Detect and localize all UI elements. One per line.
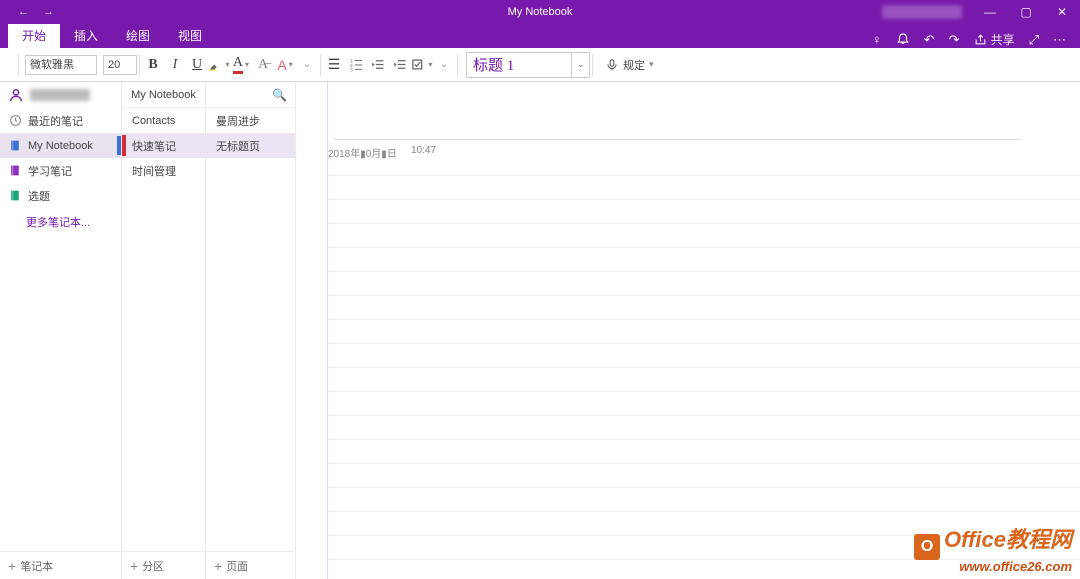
- bell-icon[interactable]: [896, 31, 910, 48]
- tab-draw[interactable]: 绘图: [112, 23, 164, 48]
- title-bar: ← → My Notebook — ▢ ✕: [0, 0, 1080, 24]
- clipboard-icon[interactable]: [0, 62, 16, 68]
- outdent-icon[interactable]: [367, 53, 389, 77]
- window-minimize-button[interactable]: —: [972, 5, 1008, 19]
- notebook-label: 学习笔记: [28, 163, 72, 179]
- tips-icon[interactable]: ♀: [872, 32, 882, 47]
- clear-format-icon[interactable]: A̶: [252, 53, 274, 77]
- section-item[interactable]: Contacts: [122, 108, 205, 133]
- svg-text:3: 3: [350, 67, 353, 72]
- notebook-icon: [8, 189, 22, 203]
- font-name-input[interactable]: 微软雅黑: [25, 55, 97, 75]
- page-item[interactable]: 无标题页: [206, 133, 295, 158]
- todo-icon[interactable]: [411, 53, 433, 77]
- notebook-item[interactable]: 选题: [0, 183, 121, 208]
- format-painter-icon[interactable]: A: [274, 53, 296, 77]
- fullscreen-icon[interactable]: ⤢: [1029, 32, 1039, 48]
- add-page-button[interactable]: +页面: [206, 551, 295, 579]
- account-name-blurred: [30, 89, 90, 101]
- chevron-down-icon[interactable]: ⌄: [433, 53, 455, 77]
- page-pane: 🔍 曼周进步无标题页 +页面: [206, 82, 296, 579]
- canvas-gutter: [296, 82, 328, 579]
- notebook-icon: [8, 139, 22, 153]
- page-item[interactable]: 曼周进步: [206, 108, 295, 133]
- section-pane: My Notebook Contacts 快速笔记时间管理 +分区: [122, 82, 206, 579]
- page-header: 🔍: [206, 82, 295, 108]
- window-title: My Notebook: [508, 6, 573, 18]
- notebook-item[interactable]: 学习笔记: [0, 158, 121, 183]
- dictate-button[interactable]: 规定 ▾: [595, 57, 654, 73]
- title-divider: [334, 139, 1020, 140]
- account-row[interactable]: [0, 82, 121, 108]
- number-list-icon[interactable]: 123: [345, 53, 367, 77]
- tab-insert[interactable]: 插入: [60, 23, 112, 48]
- account-name-blurred: [882, 5, 962, 19]
- notebook-icon: [8, 164, 22, 178]
- section-label: Contacts: [132, 115, 175, 127]
- indent-icon[interactable]: [389, 53, 411, 77]
- page-date: 2018年▮0月▮日: [328, 145, 397, 160]
- notebook-label: My Notebook: [28, 140, 93, 152]
- heading-style-select[interactable]: 标题 1: [466, 52, 572, 78]
- undo-icon[interactable]: ↶: [924, 32, 935, 48]
- chevron-down-icon[interactable]: ⌄: [296, 53, 318, 77]
- window-maximize-button[interactable]: ▢: [1008, 5, 1044, 19]
- notebook-label: 最近的笔记: [28, 113, 83, 129]
- font-size-input[interactable]: 20: [103, 55, 137, 75]
- section-item[interactable]: 时间管理: [122, 158, 205, 183]
- bold-icon[interactable]: B: [142, 53, 164, 77]
- notebook-label: 选题: [28, 188, 50, 204]
- section-label: 时间管理: [132, 163, 176, 179]
- window-close-button[interactable]: ✕: [1044, 5, 1080, 19]
- nav-forward-icon[interactable]: →: [43, 6, 54, 18]
- section-label: 快速笔记: [132, 138, 176, 154]
- tab-start[interactable]: 开始: [8, 23, 60, 48]
- nav-back-icon[interactable]: ←: [18, 6, 29, 18]
- bullet-list-icon[interactable]: ☰: [323, 53, 345, 77]
- italic-icon[interactable]: I: [164, 53, 186, 77]
- section-header: My Notebook: [122, 82, 205, 108]
- tab-view[interactable]: 视图: [164, 23, 216, 48]
- highlight-icon[interactable]: [208, 53, 230, 77]
- canvas-rules: [328, 152, 1080, 579]
- add-section-button[interactable]: +分区: [122, 551, 205, 579]
- add-notebook-button[interactable]: +笔记本: [0, 551, 121, 579]
- search-icon[interactable]: 🔍: [272, 88, 287, 102]
- more-icon[interactable]: ⋯: [1053, 32, 1066, 48]
- font-color-icon[interactable]: A: [230, 53, 252, 77]
- notebook-item[interactable]: My Notebook: [0, 133, 121, 158]
- more-notebooks-link[interactable]: 更多笔记本...: [0, 208, 121, 230]
- underline-icon[interactable]: U: [186, 53, 208, 77]
- redo-icon[interactable]: ↷: [949, 32, 960, 48]
- section-item[interactable]: 快速笔记: [122, 133, 205, 158]
- notebook-item[interactable]: 最近的笔记: [0, 108, 121, 133]
- page-canvas[interactable]: 2018年▮0月▮日 10:47: [296, 82, 1080, 579]
- page-time: 10:47: [411, 145, 436, 156]
- ribbon-toolbar: 微软雅黑 20 B I U A A̶ A ⌄ ☰ 123 ⌄ 标题 1 ⌄ 规定…: [0, 48, 1080, 82]
- share-button[interactable]: 共享: [974, 31, 1015, 48]
- heading-style-dropdown[interactable]: ⌄: [572, 52, 590, 78]
- notebook-pane: 最近的笔记 My Notebook 学习笔记选题 更多笔记本... +笔记本: [0, 82, 122, 579]
- clock-icon: [8, 114, 22, 128]
- ribbon-tabs: 开始 插入 绘图 视图 ♀ ↶ ↷ 共享 ⤢ ⋯: [0, 24, 1080, 48]
